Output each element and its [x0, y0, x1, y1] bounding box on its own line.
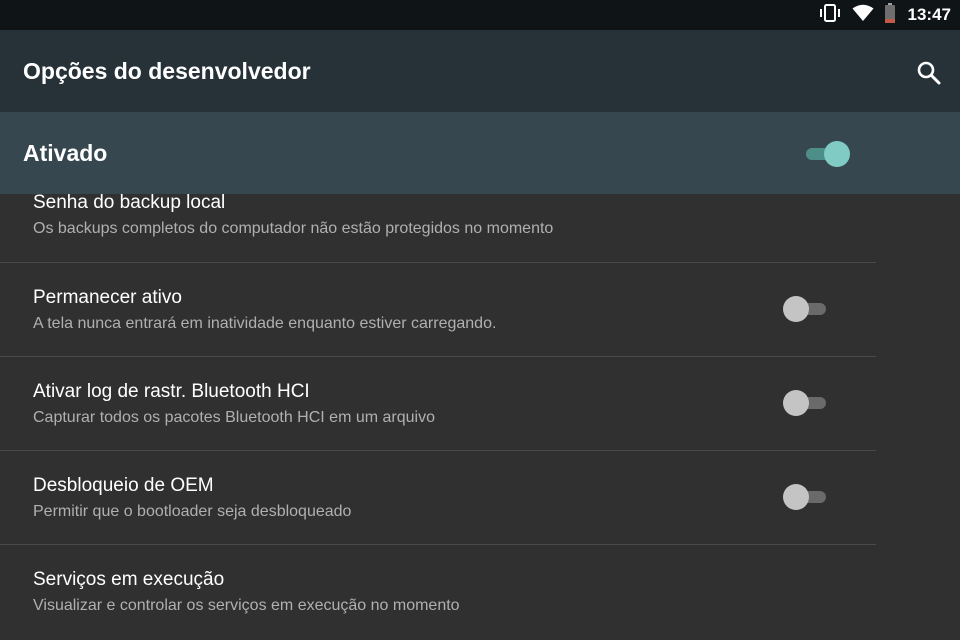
- status-icons: 13:47: [818, 0, 951, 30]
- switch-thumb: [783, 296, 809, 322]
- master-switch-label: Ativado: [23, 140, 108, 166]
- setting-oem-unlock[interactable]: Desbloqueio de OEM Permitir que o bootlo…: [0, 451, 876, 544]
- page-title: Opções do desenvolvedor: [23, 58, 311, 84]
- settings-list: Senha do backup local Os backups complet…: [0, 192, 960, 640]
- setting-bluetooth-hci-log[interactable]: Ativar log de rastr. Bluetooth HCI Captu…: [0, 357, 876, 450]
- setting-backup-password[interactable]: Senha do backup local Os backups complet…: [0, 192, 876, 262]
- search-button[interactable]: [912, 56, 946, 90]
- status-bar: 13:47: [0, 0, 960, 30]
- switch-thumb: [824, 141, 850, 167]
- setting-subtitle: Visualizar e controlar os serviços em ex…: [33, 597, 460, 614]
- setting-title: Permanecer ativo: [33, 287, 182, 308]
- setting-running-services[interactable]: Serviços em execução Visualizar e contro…: [0, 545, 876, 640]
- oem-unlock-toggle[interactable]: [783, 483, 829, 510]
- bluetooth-hci-log-toggle[interactable]: [783, 389, 829, 416]
- stay-awake-toggle[interactable]: [783, 295, 829, 322]
- app-bar: Opções do desenvolvedor: [0, 30, 960, 112]
- master-switch-bar[interactable]: Ativado: [0, 112, 960, 194]
- setting-title: Senha do backup local: [33, 192, 226, 213]
- vibrate-icon: [818, 3, 842, 28]
- switch-thumb: [783, 484, 809, 510]
- status-time: 13:47: [907, 5, 951, 24]
- setting-subtitle: Os backups completos do computador não e…: [33, 220, 554, 237]
- setting-stay-awake[interactable]: Permanecer ativo A tela nunca entrará em…: [0, 263, 876, 356]
- search-icon: [917, 61, 941, 85]
- master-switch-toggle[interactable]: [803, 140, 850, 167]
- setting-subtitle: Permitir que o bootloader seja desbloque…: [33, 503, 352, 520]
- setting-subtitle: A tela nunca entrará em inatividade enqu…: [33, 315, 497, 332]
- setting-title: Desbloqueio de OEM: [33, 475, 214, 496]
- setting-subtitle: Capturar todos os pacotes Bluetooth HCI …: [33, 409, 435, 426]
- wifi-icon: [852, 4, 874, 27]
- battery-icon: [884, 2, 896, 28]
- setting-title: Serviços em execução: [33, 569, 225, 590]
- setting-title: Ativar log de rastr. Bluetooth HCI: [33, 381, 310, 402]
- switch-thumb: [783, 390, 809, 416]
